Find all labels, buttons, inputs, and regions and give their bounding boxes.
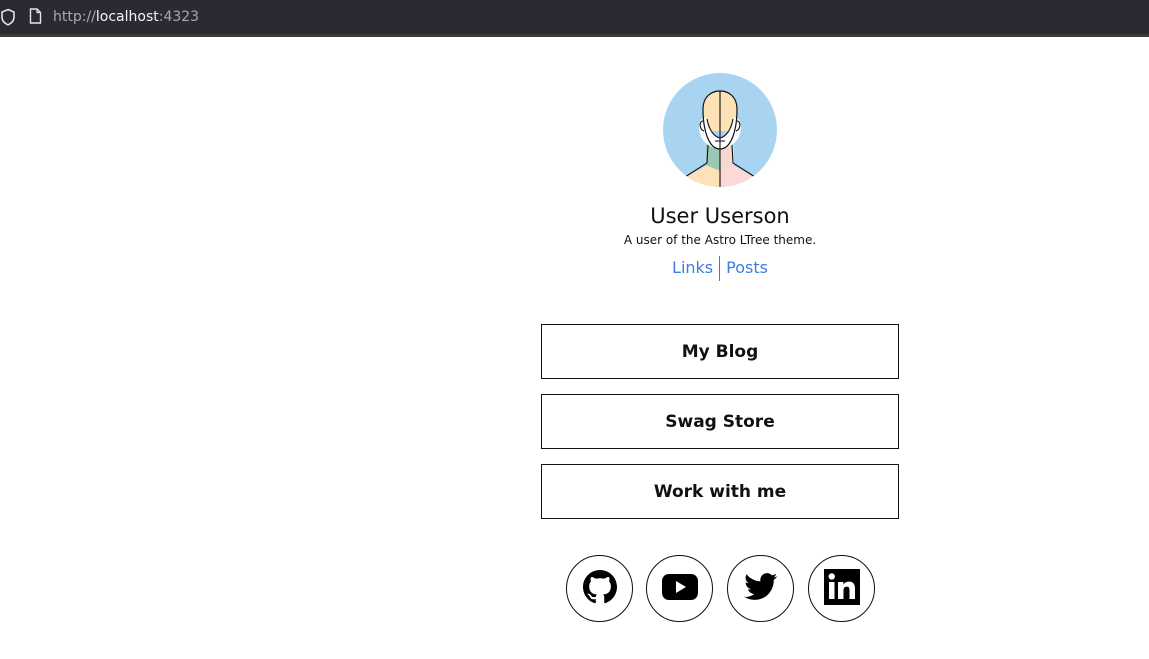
url-bar[interactable]: http://localhost:4323 — [53, 8, 199, 26]
nav-posts[interactable]: Posts — [720, 256, 774, 280]
profile-bio: A user of the Astro LTree theme. — [623, 233, 817, 247]
twitter-button[interactable] — [727, 555, 794, 622]
url-host: localhost — [95, 9, 159, 25]
nav-links[interactable]: Links — [666, 256, 719, 280]
profile-name: User Userson — [650, 204, 790, 228]
my-blog-button[interactable]: My Blog — [541, 324, 899, 379]
linkedin-icon — [823, 568, 860, 609]
youtube-button[interactable] — [646, 555, 713, 622]
youtube-icon — [661, 573, 698, 604]
twitter-icon — [743, 572, 778, 605]
swag-store-button[interactable]: Swag Store — [541, 394, 899, 449]
url-scheme: http:// — [53, 9, 96, 25]
page-icon — [29, 8, 42, 28]
browser-toolbar: http://localhost:4323 — [0, 0, 1149, 37]
profile-nav: Links Posts — [520, 255, 920, 281]
work-with-me-button[interactable]: Work with me — [541, 464, 899, 519]
github-button[interactable] — [566, 555, 633, 622]
url-port: :4323 — [158, 9, 200, 25]
avatar — [663, 73, 777, 187]
shield-icon[interactable] — [0, 8, 16, 30]
github-icon — [582, 569, 617, 608]
linkedin-button[interactable] — [808, 555, 875, 622]
